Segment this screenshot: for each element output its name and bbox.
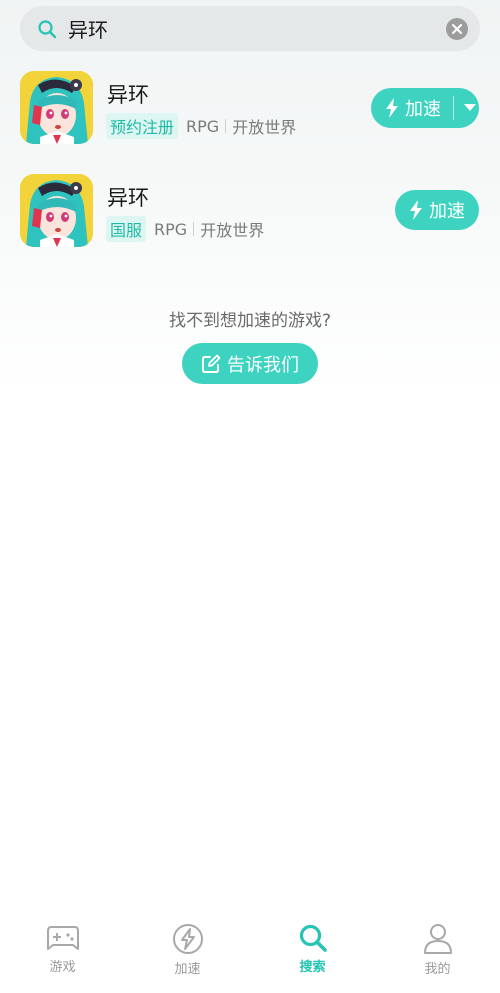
game-cover-image (20, 71, 93, 144)
accelerate-button[interactable]: 加速 (371, 88, 479, 128)
nav-label: 加速 (174, 962, 201, 977)
tell-us-button-label: 告诉我们 (227, 354, 299, 376)
not-found-text: 找不到想加速的游戏? (168, 311, 332, 331)
edit-icon (202, 354, 221, 373)
search-input[interactable] (68, 8, 446, 49)
category-label: 开放世界 (200, 221, 265, 240)
status-badge: 国服 (106, 216, 147, 242)
nav-item-search[interactable]: 搜索 (250, 913, 375, 993)
nav-label: 搜索 (299, 960, 326, 975)
close-icon (452, 23, 462, 34)
gamepad-icon (46, 926, 79, 950)
genre-label: RPG (154, 219, 188, 239)
nav-item-profile[interactable]: 我的 (375, 913, 500, 993)
status-badge: 预约注册 (106, 113, 179, 139)
clear-search-button[interactable] (446, 17, 468, 40)
divider (225, 119, 227, 133)
accelerate-button-label: 加速 (405, 99, 441, 120)
search-icon (299, 924, 327, 952)
game-meta: 国服 RPG 开放世界 (106, 216, 264, 242)
nav-label: 我的 (424, 962, 451, 977)
game-title: 异环 (107, 83, 149, 107)
genre-label: RPG (186, 116, 220, 136)
bottom-nav: 游戏 加速 搜索 我的 (0, 913, 500, 993)
lightning-icon (172, 924, 203, 954)
result-item[interactable]: 异环 国服 RPG 开放世界 加速 (0, 174, 500, 254)
game-cover-image (20, 174, 93, 247)
nav-item-accelerate[interactable]: 加速 (125, 913, 250, 993)
lightning-icon (386, 98, 398, 118)
accelerate-button-label: 加速 (429, 201, 465, 222)
nav-label: 游戏 (49, 960, 76, 975)
result-item[interactable]: 异环 预约注册 RPG 开放世界 加速 (0, 71, 500, 151)
accelerate-button[interactable]: 加速 (395, 190, 479, 230)
category-label: 开放世界 (232, 118, 297, 137)
dropdown-arrow-icon[interactable] (464, 104, 476, 112)
tell-us-button[interactable]: 告诉我们 (182, 343, 318, 384)
profile-icon (423, 924, 452, 954)
game-title: 异环 (107, 186, 149, 210)
search-icon (36, 18, 58, 40)
lightning-icon (410, 200, 422, 220)
divider (193, 222, 195, 236)
divider (453, 96, 454, 120)
nav-item-games[interactable]: 游戏 (0, 913, 125, 993)
game-meta: 预约注册 RPG 开放世界 (106, 113, 296, 139)
search-bar[interactable] (20, 6, 480, 51)
